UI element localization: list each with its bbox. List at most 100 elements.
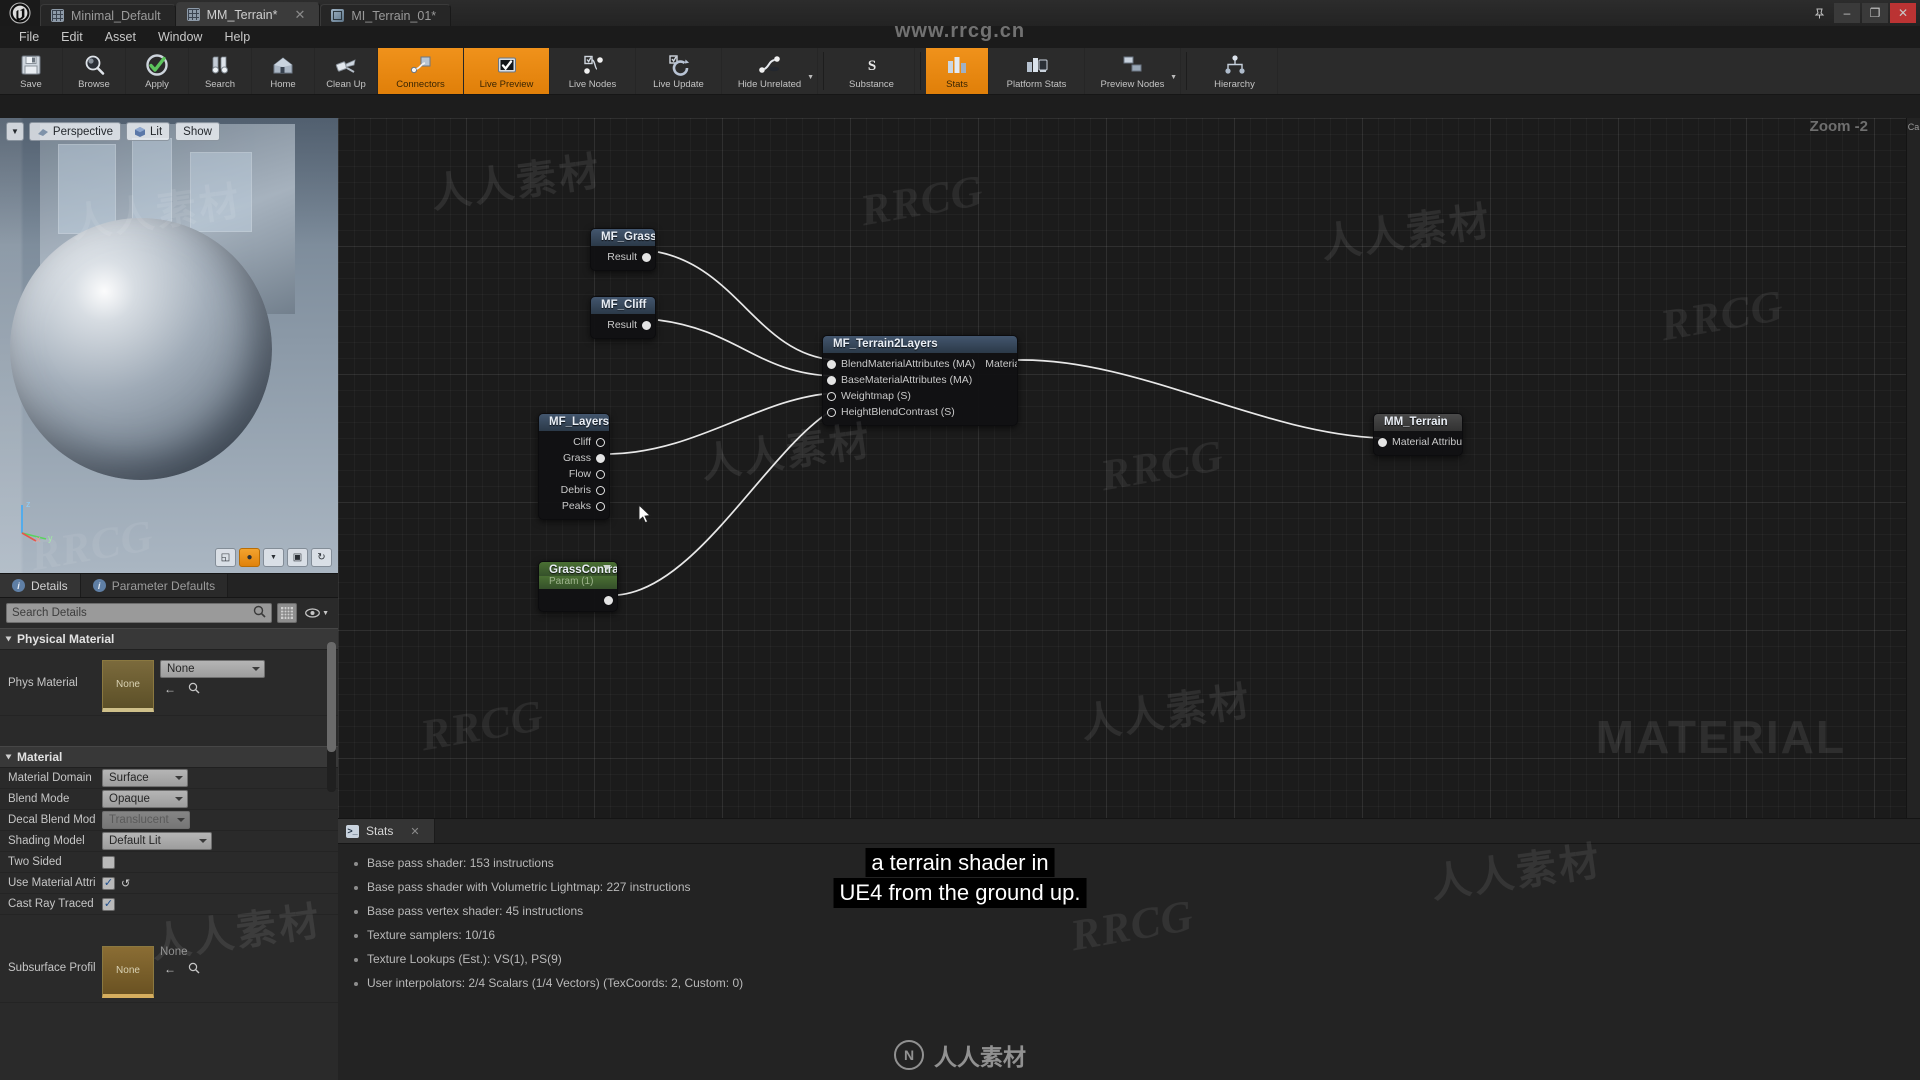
node-output-pin-row[interactable]	[539, 592, 617, 608]
node-mf-grass[interactable]: MF_Grass Result	[590, 228, 656, 271]
toolbar-search-button[interactable]: Search	[189, 48, 252, 94]
section-physical-material[interactable]: Physical Material	[0, 628, 338, 650]
subsurface-profile-thumbnail[interactable]: None	[102, 945, 154, 998]
toolbar-live-update-toggle[interactable]: Live Update	[636, 48, 722, 94]
reset-to-default-icon[interactable]: ↺	[121, 877, 130, 890]
cast-ray-traced-shadows-checkbox[interactable]	[102, 897, 115, 911]
node-output-pin-row[interactable]: Debris	[539, 482, 609, 498]
toolbar-live-nodes-toggle[interactable]: Live Nodes	[550, 48, 636, 94]
input-pin-icon[interactable]	[827, 359, 836, 369]
node-output-pin-row[interactable]: Result	[591, 317, 655, 333]
node-mf-cliff[interactable]: MF_Cliff Result	[590, 296, 656, 339]
node-input-pin-row[interactable]: HeightBlendContrast (S)	[823, 404, 1017, 420]
toolbar-save-button[interactable]: Save	[0, 48, 63, 94]
material-preview-viewport[interactable]: z y x ▼ Perspective Lit Show ◱ ● ▼ ▣ ↻	[0, 118, 338, 573]
menu-window[interactable]: Window	[147, 26, 213, 48]
toolbar-hide-unrelated-toggle[interactable]: Hide Unrelated ▼	[722, 48, 818, 94]
material-graph-canvas[interactable]: Zoom -2 MF_Grass Result MF_Cliff Result …	[338, 118, 1920, 818]
node-output-pin-row[interactable]: Flow	[539, 466, 609, 482]
menu-file[interactable]: File	[8, 26, 50, 48]
output-pin-icon[interactable]	[642, 320, 651, 330]
node-input-pin-row[interactable]: Material Attributes	[1374, 434, 1462, 450]
two-sided-checkbox[interactable]	[102, 855, 115, 869]
blend-mode-combo[interactable]: Opaque	[102, 790, 188, 808]
graph-side-strip[interactable]: Ca	[1906, 118, 1920, 818]
tab-parameter-defaults[interactable]: i Parameter Defaults	[80, 574, 229, 597]
input-pin-icon[interactable]	[827, 375, 836, 385]
output-pin-icon[interactable]	[642, 252, 651, 262]
toolbar-substance-button[interactable]: S Substance	[829, 48, 915, 94]
output-pin-icon[interactable]	[604, 595, 613, 605]
toolbar-preview-nodes-button[interactable]: Preview Nodes ▼	[1085, 48, 1181, 94]
output-pin-icon[interactable]	[596, 469, 605, 479]
node-output-pin-row[interactable]: Peaks	[539, 498, 609, 514]
details-grid-view-button[interactable]	[277, 603, 298, 623]
tab-details[interactable]: i Details	[0, 574, 81, 597]
use-material-attributes-checkbox[interactable]	[102, 876, 115, 890]
material-domain-combo[interactable]: Surface	[102, 769, 188, 787]
viewport-camera-mode-button[interactable]: Perspective	[28, 122, 122, 141]
maximize-button[interactable]: ❐	[1862, 3, 1888, 23]
search-asset-icon[interactable]	[188, 682, 200, 697]
preview-dropdown-button[interactable]: ▼	[263, 548, 284, 567]
preview-reset-button[interactable]: ↻	[311, 548, 332, 567]
pin-icon[interactable]	[1806, 3, 1832, 23]
output-pin-icon[interactable]	[596, 453, 605, 463]
toolbar-clean-up-button[interactable]: Clean Up	[315, 48, 378, 94]
details-scrollbar[interactable]	[327, 642, 336, 792]
toolbar-stats-toggle[interactable]: Stats	[926, 48, 989, 94]
node-mm-terrain[interactable]: MM_Terrain Material Attributes	[1373, 413, 1463, 456]
node-input-pin-row[interactable]: BaseMaterialAttributes (MA)	[823, 372, 1017, 388]
preview-cylinder-button[interactable]: ◱	[215, 548, 236, 567]
toolbar-hierarchy-button[interactable]: Hierarchy	[1192, 48, 1278, 94]
toolbar-connectors-toggle[interactable]: Connectors	[378, 48, 464, 94]
node-mf-layers[interactable]: MF_Layers Cliff Grass Flow Debris Peaks	[538, 413, 610, 520]
input-pin-icon[interactable]	[1378, 437, 1387, 447]
output-pin-icon[interactable]	[596, 485, 605, 495]
toolbar-apply-button[interactable]: Apply	[126, 48, 189, 94]
node-output-pin-row[interactable]: Result	[591, 249, 655, 265]
viewport-options-dropdown[interactable]: ▼	[6, 122, 24, 141]
toolbar-home-button[interactable]: Home	[252, 48, 315, 94]
tab-mi-terrain-01[interactable]: MI_Terrain_01*	[320, 4, 452, 26]
toolbar-live-preview-toggle[interactable]: Live Preview	[464, 48, 550, 94]
preview-cube-button[interactable]: ▣	[287, 548, 308, 567]
phys-material-thumbnail[interactable]: None	[102, 660, 154, 712]
preview-sphere-button[interactable]: ●	[239, 548, 260, 567]
output-pin-icon[interactable]	[596, 437, 605, 447]
search-asset-icon[interactable]	[188, 962, 200, 977]
node-grass-contrast-param[interactable]: GrassContrast Param (1)	[538, 561, 618, 612]
search-details-input[interactable]: Search Details	[6, 603, 273, 623]
shading-model-combo[interactable]: Default Lit	[102, 832, 212, 850]
node-pin-row[interactable]: BlendMaterialAttributes (MA) MaterialAtt…	[823, 356, 1017, 372]
menu-help[interactable]: Help	[213, 26, 261, 48]
node-mf-terrain2layers[interactable]: MF_Terrain2Layers BlendMaterialAttribute…	[822, 335, 1018, 426]
toolbar-browse-button[interactable]: Browse	[63, 48, 126, 94]
input-pin-icon[interactable]	[827, 407, 836, 417]
details-visibility-dropdown[interactable]: ▼	[302, 608, 332, 618]
input-pin-icon[interactable]	[827, 391, 836, 401]
close-icon[interactable]: ✕	[410, 825, 419, 838]
menu-asset[interactable]: Asset	[94, 26, 147, 48]
tab-minimal-default[interactable]: Minimal_Default	[40, 4, 176, 26]
menu-edit[interactable]: Edit	[50, 26, 94, 48]
subsurface-profile-combo[interactable]: None	[160, 946, 265, 958]
viewport-show-menu-button[interactable]: Show	[175, 122, 220, 141]
tab-stats[interactable]: >_ Stats ✕	[338, 819, 435, 843]
phys-material-combo[interactable]: None	[160, 660, 265, 678]
chevron-down-icon[interactable]: ▼	[1170, 74, 1177, 81]
node-input-pin-row[interactable]: Weightmap (S)	[823, 388, 1017, 404]
tab-mm-terrain[interactable]: MM_Terrain* ✕	[175, 2, 321, 26]
browse-back-icon[interactable]: ←	[164, 962, 176, 977]
toolbar-platform-stats-button[interactable]: Platform Stats	[989, 48, 1085, 94]
viewport-view-mode-button[interactable]: Lit	[126, 122, 171, 141]
node-output-pin-row[interactable]: Grass	[539, 450, 609, 466]
browse-back-icon[interactable]: ←	[164, 682, 176, 697]
close-icon[interactable]: ✕	[294, 7, 305, 23]
minimize-button[interactable]: –	[1834, 3, 1860, 23]
section-material[interactable]: Material	[0, 746, 338, 768]
chevron-down-icon[interactable]: ▼	[807, 74, 814, 81]
chevron-down-icon[interactable]	[603, 565, 611, 570]
node-output-pin-row[interactable]: Cliff	[539, 434, 609, 450]
close-button[interactable]: ✕	[1890, 3, 1916, 23]
